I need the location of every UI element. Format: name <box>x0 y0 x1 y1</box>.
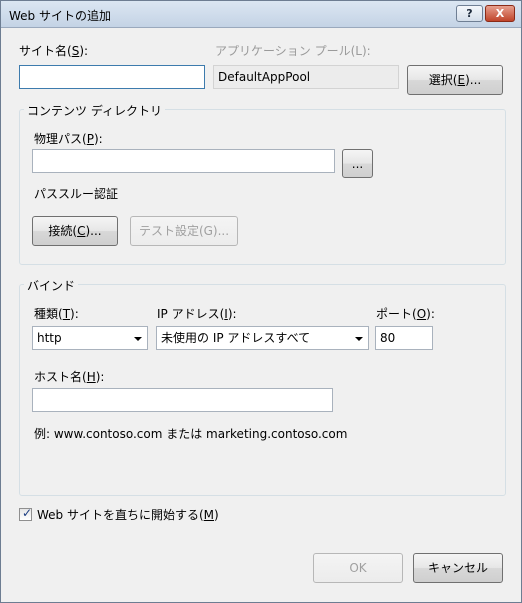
ip-address-label: IP アドレス(I): <box>157 307 237 321</box>
passthrough-auth-label: パススルー認証 <box>34 187 119 201</box>
chevron-down-icon <box>355 337 363 341</box>
host-name-label: ホスト名(H): <box>34 370 105 384</box>
dialog-body: サイト名(S): アプリケーション プール(L): DefaultAppPool… <box>4 28 518 599</box>
content-directory-legend: コンテンツ ディレクトリ <box>24 102 165 119</box>
ip-address-select[interactable]: 未使用の IP アドレスすべて <box>156 326 369 350</box>
site-name-label: サイト名(S): <box>19 44 89 58</box>
close-button[interactable]: X <box>485 5 515 22</box>
site-name-input[interactable] <box>19 65 205 89</box>
ok-button[interactable]: OK <box>313 553 403 583</box>
binding-legend: バインド <box>24 277 79 294</box>
cancel-button[interactable]: キャンセル <box>413 553 503 583</box>
port-input[interactable]: 80 <box>375 326 433 350</box>
select-app-pool-button[interactable]: 選択(E)... <box>407 65 503 95</box>
help-button[interactable]: ? <box>456 5 483 22</box>
dialog-title: Web サイトの追加 <box>9 9 111 23</box>
host-name-input[interactable] <box>32 388 333 412</box>
checkmark-icon: ✓ <box>22 506 33 520</box>
app-pool-value: DefaultAppPool <box>213 65 399 89</box>
binding-type-select[interactable]: http <box>32 326 148 350</box>
browse-button[interactable]: ... <box>342 149 373 178</box>
physical-path-label: 物理パス(P): <box>34 132 103 146</box>
app-pool-label: アプリケーション プール(L): <box>215 44 371 58</box>
chevron-down-icon <box>134 337 142 341</box>
start-website-checkbox[interactable]: ✓ <box>19 506 33 521</box>
binding-type-label: 種類(T): <box>34 307 79 321</box>
close-icon: X <box>495 7 505 20</box>
add-website-dialog: Web サイトの追加 ? X サイト名(S): アプリケーション プール(L):… <box>0 0 522 603</box>
start-website-label[interactable]: Web サイトを直ちに開始する(M) <box>37 506 219 523</box>
host-name-example: 例: www.contoso.com または marketing.contoso… <box>34 427 348 441</box>
connect-as-button[interactable]: 接続(C)... <box>32 216 118 246</box>
test-settings-button[interactable]: テスト設定(G)... <box>130 216 238 246</box>
physical-path-input[interactable] <box>32 149 335 173</box>
port-label: ポート(O): <box>376 307 435 321</box>
help-icon: ? <box>466 7 473 20</box>
title-bar[interactable]: Web サイトの追加 ? X <box>1 1 521 28</box>
